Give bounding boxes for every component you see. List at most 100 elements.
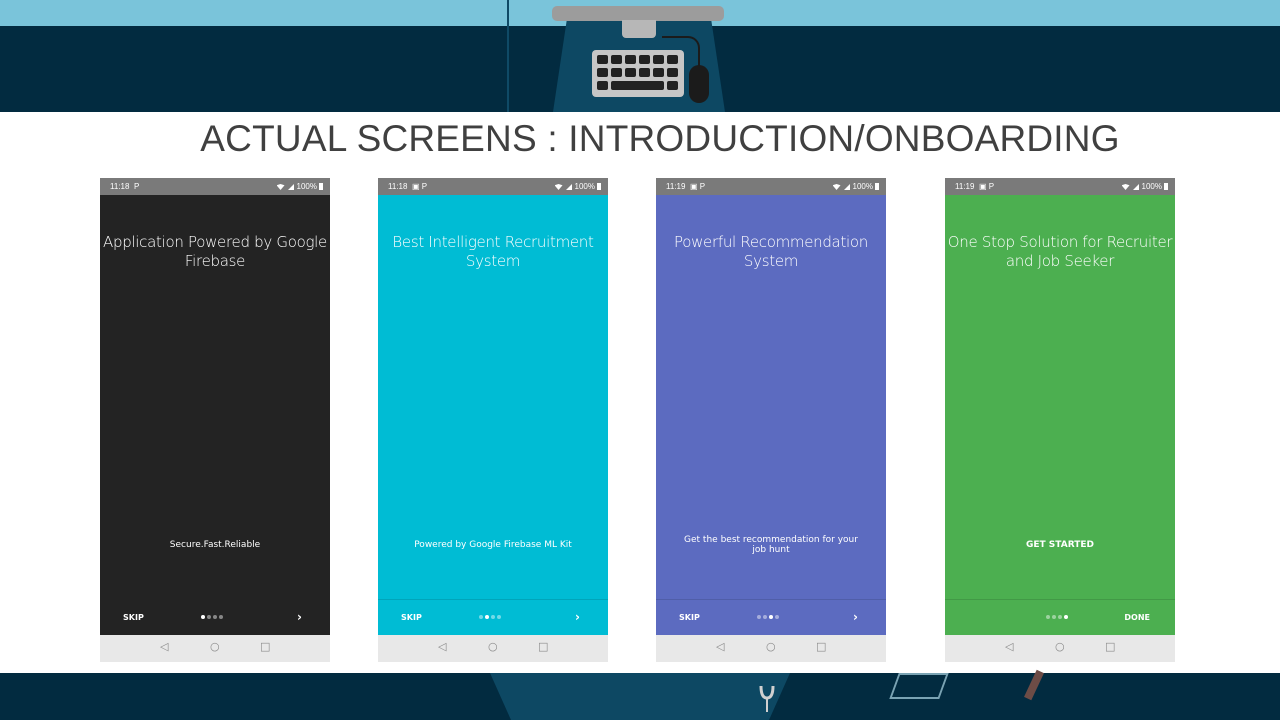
- plant-illustration: [759, 685, 775, 712]
- signal-icon: [287, 184, 294, 190]
- skip-button[interactable]: SKIP: [123, 613, 144, 622]
- onboarding-screen: One Stop Solution for Recruiter and Job …: [945, 195, 1175, 635]
- page-dot: [485, 615, 489, 619]
- page-dot: [763, 615, 767, 619]
- page-dot: [479, 615, 483, 619]
- signal-icon: [843, 184, 850, 190]
- android-nav-bar: ◁ ○ □: [378, 635, 608, 662]
- status-time: 11:18: [110, 182, 130, 191]
- status-bar: 11:18 P 100%: [100, 178, 330, 195]
- onboarding-description: Secure.Fast.Reliable: [169, 540, 261, 550]
- onboarding-nav: SKIP ›: [378, 599, 608, 635]
- page-dot: [1058, 615, 1062, 619]
- page-dot: [1064, 615, 1068, 619]
- recents-icon[interactable]: □: [538, 640, 548, 653]
- page-dot: [497, 615, 501, 619]
- onboarding-nav: SKIP ›: [656, 599, 886, 635]
- skip-button[interactable]: SKIP: [401, 613, 422, 622]
- status-bar: 11:19 ▣ P 100%: [656, 178, 886, 195]
- wifi-icon: [276, 184, 285, 190]
- status-indicators: 100%: [832, 178, 879, 195]
- notification-icons: ▣ P: [979, 182, 995, 191]
- page-dot: [213, 615, 217, 619]
- nav-divider: [656, 599, 886, 600]
- onboarding-screen: Powerful Recommendation System Get the b…: [656, 195, 886, 635]
- status-indicators: 100%: [276, 178, 323, 195]
- onboarding-description: Get the best recommendation for your job…: [684, 535, 858, 555]
- recents-icon[interactable]: □: [816, 640, 826, 653]
- onboarding-nav: SKIP ›: [100, 599, 330, 635]
- onboarding-heading: Powerful Recommendation System: [674, 233, 868, 270]
- wifi-icon: [832, 184, 841, 190]
- get-started-button[interactable]: GET STARTED: [970, 540, 1150, 550]
- signal-icon: [1132, 184, 1139, 190]
- page-dot: [1052, 615, 1056, 619]
- page-dot: [201, 615, 205, 619]
- page-dot: [757, 615, 761, 619]
- android-nav-bar: ◁ ○ □: [656, 635, 886, 662]
- home-icon[interactable]: ○: [1055, 640, 1065, 653]
- picture-frame-illustration: [889, 673, 949, 699]
- phone-screen-2: 11:18 ▣ P 100% Best Intelligent Recruitm…: [378, 178, 608, 662]
- header-divider: [507, 0, 509, 112]
- back-icon[interactable]: ◁: [1005, 640, 1013, 653]
- back-icon[interactable]: ◁: [438, 640, 446, 653]
- battery-percent: 100%: [852, 182, 873, 191]
- onboarding-screen: Application Powered by Google Firebase S…: [100, 195, 330, 635]
- page-dot: [207, 615, 211, 619]
- notification-icons: ▣ P: [412, 182, 428, 191]
- next-button[interactable]: ›: [297, 610, 302, 624]
- nav-divider: [378, 599, 608, 600]
- onboarding-description: Powered by Google Firebase ML Kit: [414, 540, 572, 550]
- status-time: 11:19: [955, 182, 975, 191]
- page-dot: [769, 615, 773, 619]
- onboarding-screen: Best Intelligent Recruitment System Powe…: [378, 195, 608, 635]
- battery-percent: 100%: [1141, 182, 1162, 191]
- signal-icon: [565, 184, 572, 190]
- status-bar: 11:19 ▣ P 100%: [945, 178, 1175, 195]
- phone-screen-3: 11:19 ▣ P 100% Powerful Recommendation S…: [656, 178, 886, 662]
- home-icon[interactable]: ○: [210, 640, 220, 653]
- status-time: 11:18: [388, 182, 408, 191]
- status-time: 11:19: [666, 182, 686, 191]
- page-indicator: [1046, 615, 1068, 620]
- battery-icon: [319, 183, 323, 190]
- phone-screen-4: 11:19 ▣ P 100% One Stop Solution for Rec…: [945, 178, 1175, 662]
- done-button[interactable]: DONE: [1124, 613, 1150, 622]
- onboarding-heading: Best Intelligent Recruitment System: [392, 233, 594, 270]
- page-dot: [775, 615, 779, 619]
- phone-screen-1: 11:18 P 100% Application Powered by Goog…: [100, 178, 330, 662]
- home-icon[interactable]: ○: [488, 640, 498, 653]
- mouse-illustration: [689, 65, 709, 103]
- recents-icon[interactable]: □: [1105, 640, 1115, 653]
- notification-icons: P: [134, 182, 140, 191]
- battery-icon: [597, 183, 601, 190]
- onboarding-heading: Application Powered by Google Firebase: [103, 233, 327, 270]
- page-dot: [491, 615, 495, 619]
- status-indicators: 100%: [1121, 178, 1168, 195]
- next-button[interactable]: ›: [853, 610, 858, 624]
- home-icon[interactable]: ○: [766, 640, 776, 653]
- keyboard-illustration: [592, 50, 684, 97]
- footer-light-beam-decoration: [490, 673, 790, 720]
- status-indicators: 100%: [554, 178, 601, 195]
- battery-percent: 100%: [296, 182, 317, 191]
- android-nav-bar: ◁ ○ □: [945, 635, 1175, 662]
- battery-percent: 100%: [574, 182, 595, 191]
- battery-icon: [1164, 183, 1168, 190]
- page-indicator: [201, 615, 223, 620]
- back-icon[interactable]: ◁: [160, 640, 168, 653]
- android-nav-bar: ◁ ○ □: [100, 635, 330, 662]
- nav-divider: [945, 599, 1175, 600]
- page-indicator: [479, 615, 501, 620]
- onboarding-heading: One Stop Solution for Recruiter and Job …: [947, 233, 1173, 270]
- status-bar: 11:18 ▣ P 100%: [378, 178, 608, 195]
- skip-button[interactable]: SKIP: [679, 613, 700, 622]
- wifi-icon: [1121, 184, 1130, 190]
- next-button[interactable]: ›: [575, 610, 580, 624]
- back-icon[interactable]: ◁: [716, 640, 724, 653]
- monitor-illustration: [552, 6, 724, 21]
- monitor-stand-illustration: [622, 20, 656, 38]
- recents-icon[interactable]: □: [260, 640, 270, 653]
- wifi-icon: [554, 184, 563, 190]
